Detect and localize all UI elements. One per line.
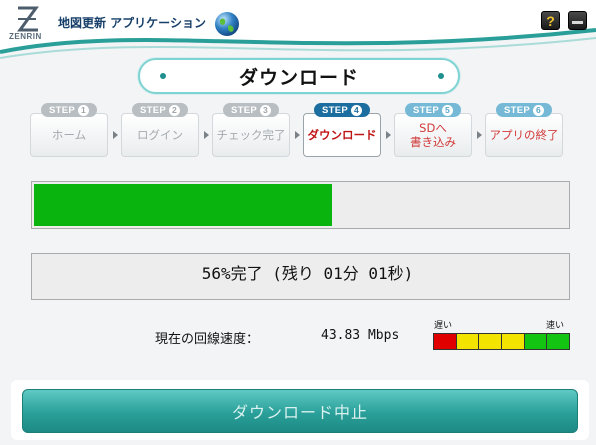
step-label: ホーム [51, 128, 87, 142]
download-progress-bar [31, 181, 570, 229]
meter-fast-label: 速い [546, 321, 565, 331]
cancel-download-button[interactable]: ダウンロード中止 [22, 389, 578, 433]
step-arrow-icon [113, 131, 118, 139]
step-label: アプリの終了 [489, 128, 559, 142]
meter-cell [434, 334, 457, 349]
speed-meter [433, 333, 570, 350]
meter-cell [502, 334, 525, 349]
step-label: ダウンロード [307, 128, 377, 142]
step-app-exit: アプリの終了 [485, 113, 563, 157]
status-box: 56%完了 (残り 01分 01秒) [31, 253, 570, 300]
step-tag-2: STEP 2 [132, 103, 188, 117]
progress-status-text: 56%完了 (残り 01分 01秒) [201, 264, 414, 283]
step-sd-write: SDへ 書き込み [394, 113, 472, 157]
meter-cell [456, 334, 480, 349]
step-tag-3: STEP 3 [223, 103, 279, 117]
app-window: ZENRIN 地図更新 アプリケーション ? ダウンロード STEP 1 ホーム… [0, 0, 596, 445]
step-label: チェック完了 [216, 128, 286, 142]
minimize-button[interactable] [568, 11, 587, 30]
line-speed-value: 43.83 Mbps [321, 328, 400, 343]
globe-icon [215, 12, 239, 36]
banner-dot [160, 73, 166, 79]
header: ZENRIN 地図更新 アプリケーション ? [0, 0, 596, 70]
step-indicator: STEP 1 ホーム STEP 2 ログイン STEP 3 チェック完了 STEP 4 … [30, 103, 570, 159]
meter-slow-label: 遅い [434, 321, 453, 331]
app-title: 地図更新 アプリケーション [58, 16, 206, 30]
page-title: ダウンロード [238, 66, 359, 89]
step-login: ログイン [121, 113, 199, 157]
step-tag-4: STEP 4 [314, 103, 370, 117]
step-check-complete: チェック完了 [212, 113, 290, 157]
meter-cell [479, 334, 503, 349]
line-speed-label: 現在の回線速度： [155, 332, 260, 347]
progress-fill [34, 184, 332, 226]
step-label: SDへ 書き込み [410, 121, 456, 149]
step-tag-5: STEP 5 [405, 103, 461, 117]
step-download: ダウンロード [303, 113, 381, 157]
step-arrow-icon [386, 131, 391, 139]
meter-cell [547, 334, 570, 349]
logo-text: ZENRIN [9, 32, 42, 41]
help-button[interactable]: ? [541, 11, 560, 30]
stage-banner: ダウンロード [138, 58, 460, 94]
minimize-icon [572, 21, 583, 24]
step-arrow-icon [204, 131, 209, 139]
meter-cell [524, 334, 548, 349]
step-tag-1: STEP 1 [41, 103, 97, 117]
step-tag-6: STEP 6 [496, 103, 552, 117]
step-home: ホーム [30, 113, 108, 157]
step-label: ログイン [137, 128, 183, 142]
help-icon: ? [546, 12, 555, 29]
step-arrow-icon [295, 131, 300, 139]
step-arrow-icon [477, 131, 482, 139]
banner-dot [438, 73, 444, 79]
